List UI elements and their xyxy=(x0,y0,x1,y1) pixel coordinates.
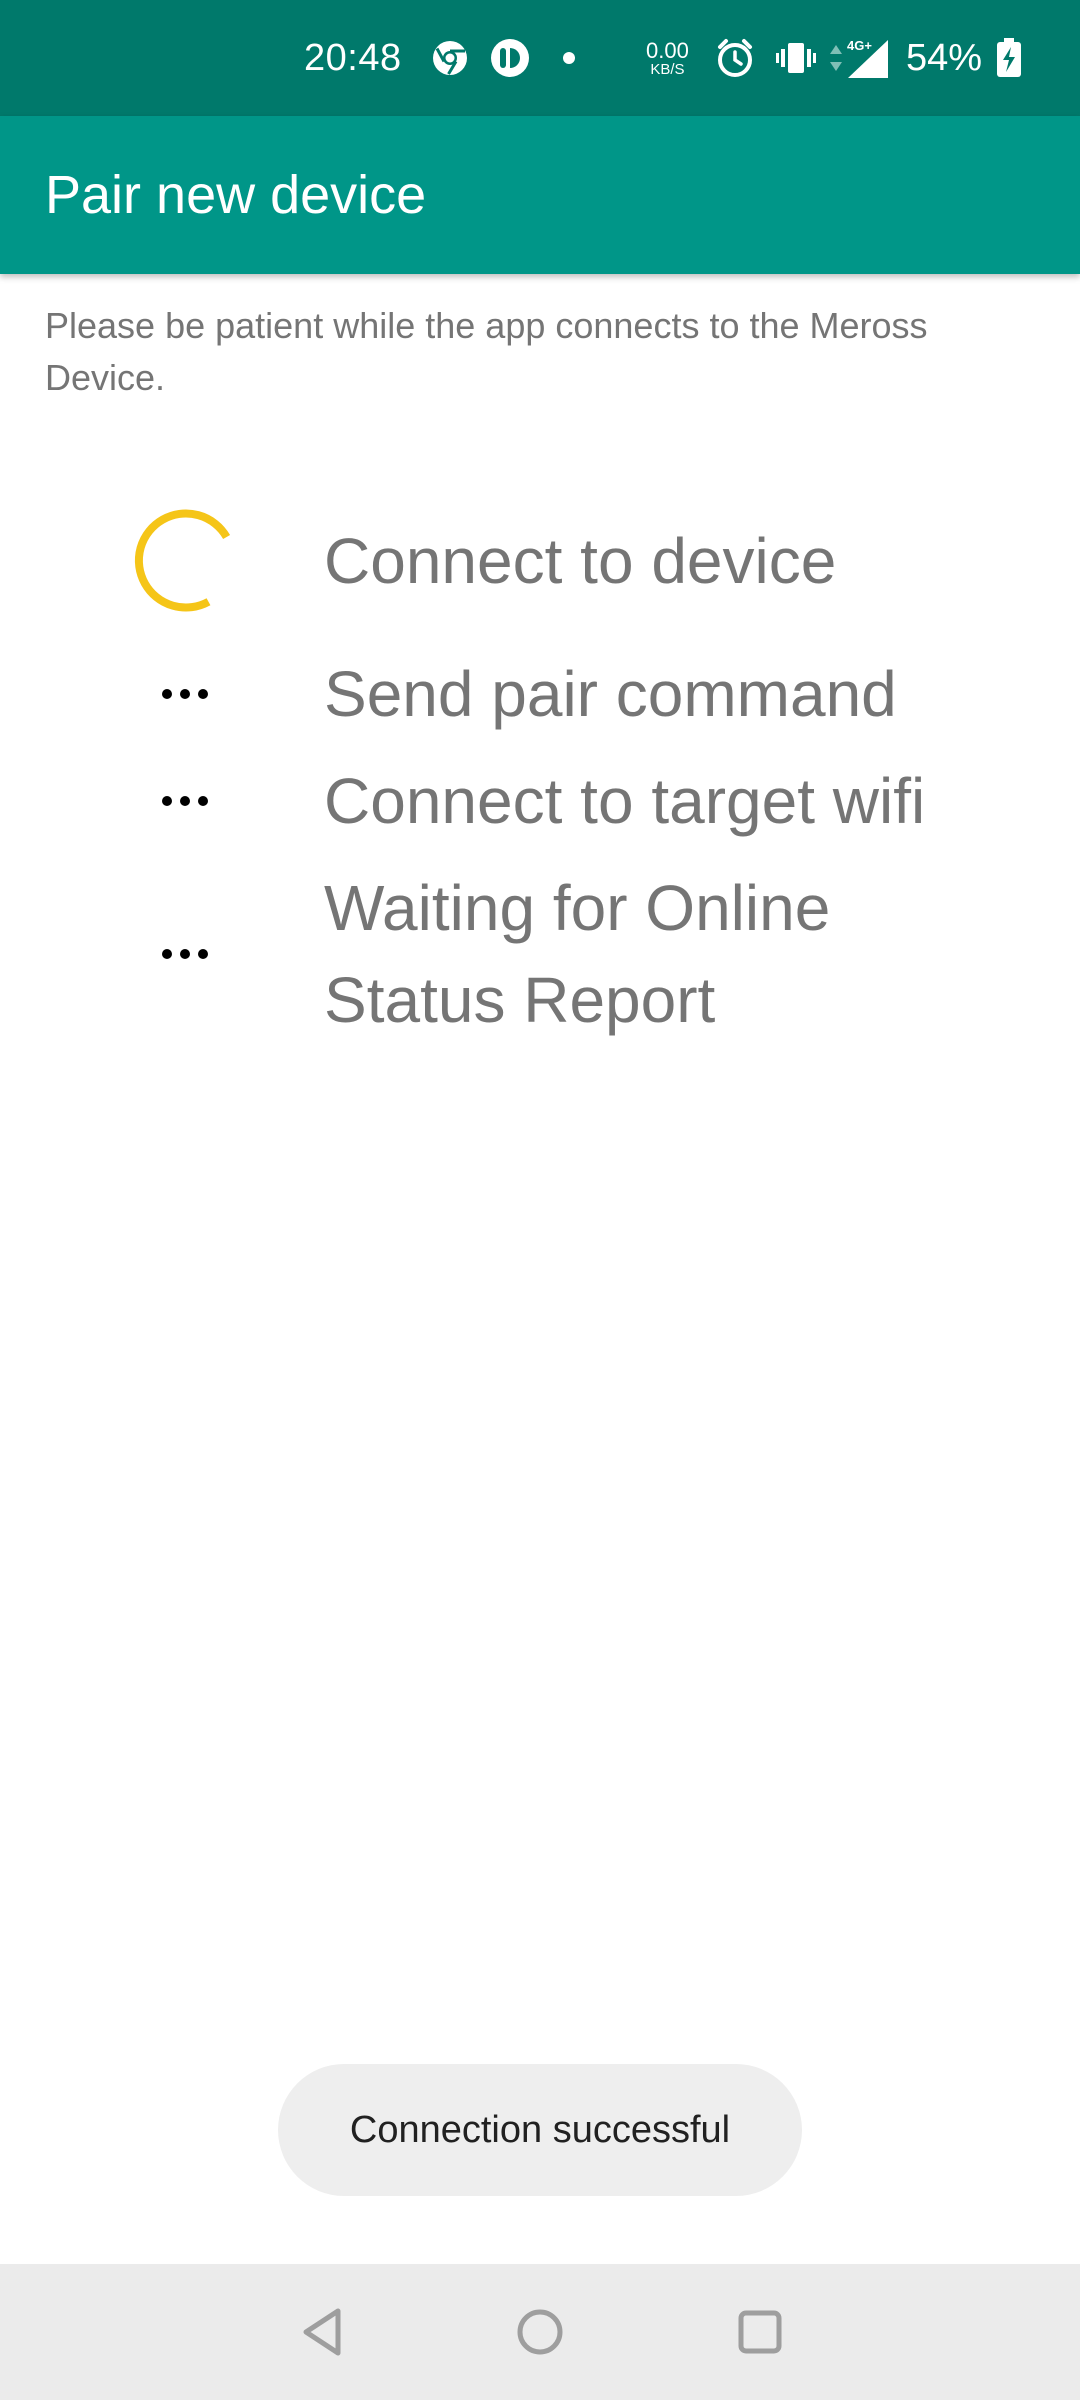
step-label: Send pair command xyxy=(324,658,897,730)
ellipsis-icon xyxy=(120,862,250,1046)
network-speed-value: 0.00 xyxy=(646,37,689,63)
data-arrows-icon xyxy=(828,0,844,116)
spinner-icon xyxy=(120,500,250,622)
back-icon xyxy=(303,2308,341,2356)
battery-charging-icon xyxy=(996,0,1022,116)
home-icon xyxy=(517,2309,563,2355)
battery-percent: 54% xyxy=(906,36,983,79)
back-button[interactable] xyxy=(262,2264,382,2400)
toast-text: Connection successful xyxy=(349,2108,731,2151)
svg-text:4G+: 4G+ xyxy=(847,38,872,53)
network-speed-unit: KB/S xyxy=(650,60,685,78)
status-bar: 20:48 0.00 KB/S 4G+ 54% xyxy=(0,0,1080,116)
ellipsis-icon xyxy=(120,755,250,847)
description-text: Please be patient while the app connects… xyxy=(45,305,928,398)
app-bar: Pair new device xyxy=(0,116,1080,274)
step-label: Connect to device xyxy=(324,525,837,597)
vibrate-icon xyxy=(776,0,816,116)
step-label: Waiting for Online Status Report xyxy=(324,872,831,1036)
recents-button[interactable] xyxy=(700,2264,820,2400)
recents-icon xyxy=(738,2310,782,2354)
navigation-bar xyxy=(0,2264,1080,2400)
page-title: Pair new device xyxy=(45,165,427,225)
home-button[interactable] xyxy=(480,2264,600,2400)
network-speed: 0.00 KB/S xyxy=(646,0,689,116)
signal-4g-icon: 4G+ xyxy=(846,0,890,116)
dot-icon xyxy=(562,0,576,116)
alarm-icon xyxy=(714,0,756,116)
app-notification-icon xyxy=(490,0,530,116)
toast-message: Connection successful xyxy=(278,2064,802,2196)
ellipsis-icon xyxy=(120,648,250,740)
status-time: 20:48 xyxy=(304,36,402,79)
chrome-icon xyxy=(432,0,468,116)
step-label: Connect to target wifi xyxy=(324,765,926,837)
